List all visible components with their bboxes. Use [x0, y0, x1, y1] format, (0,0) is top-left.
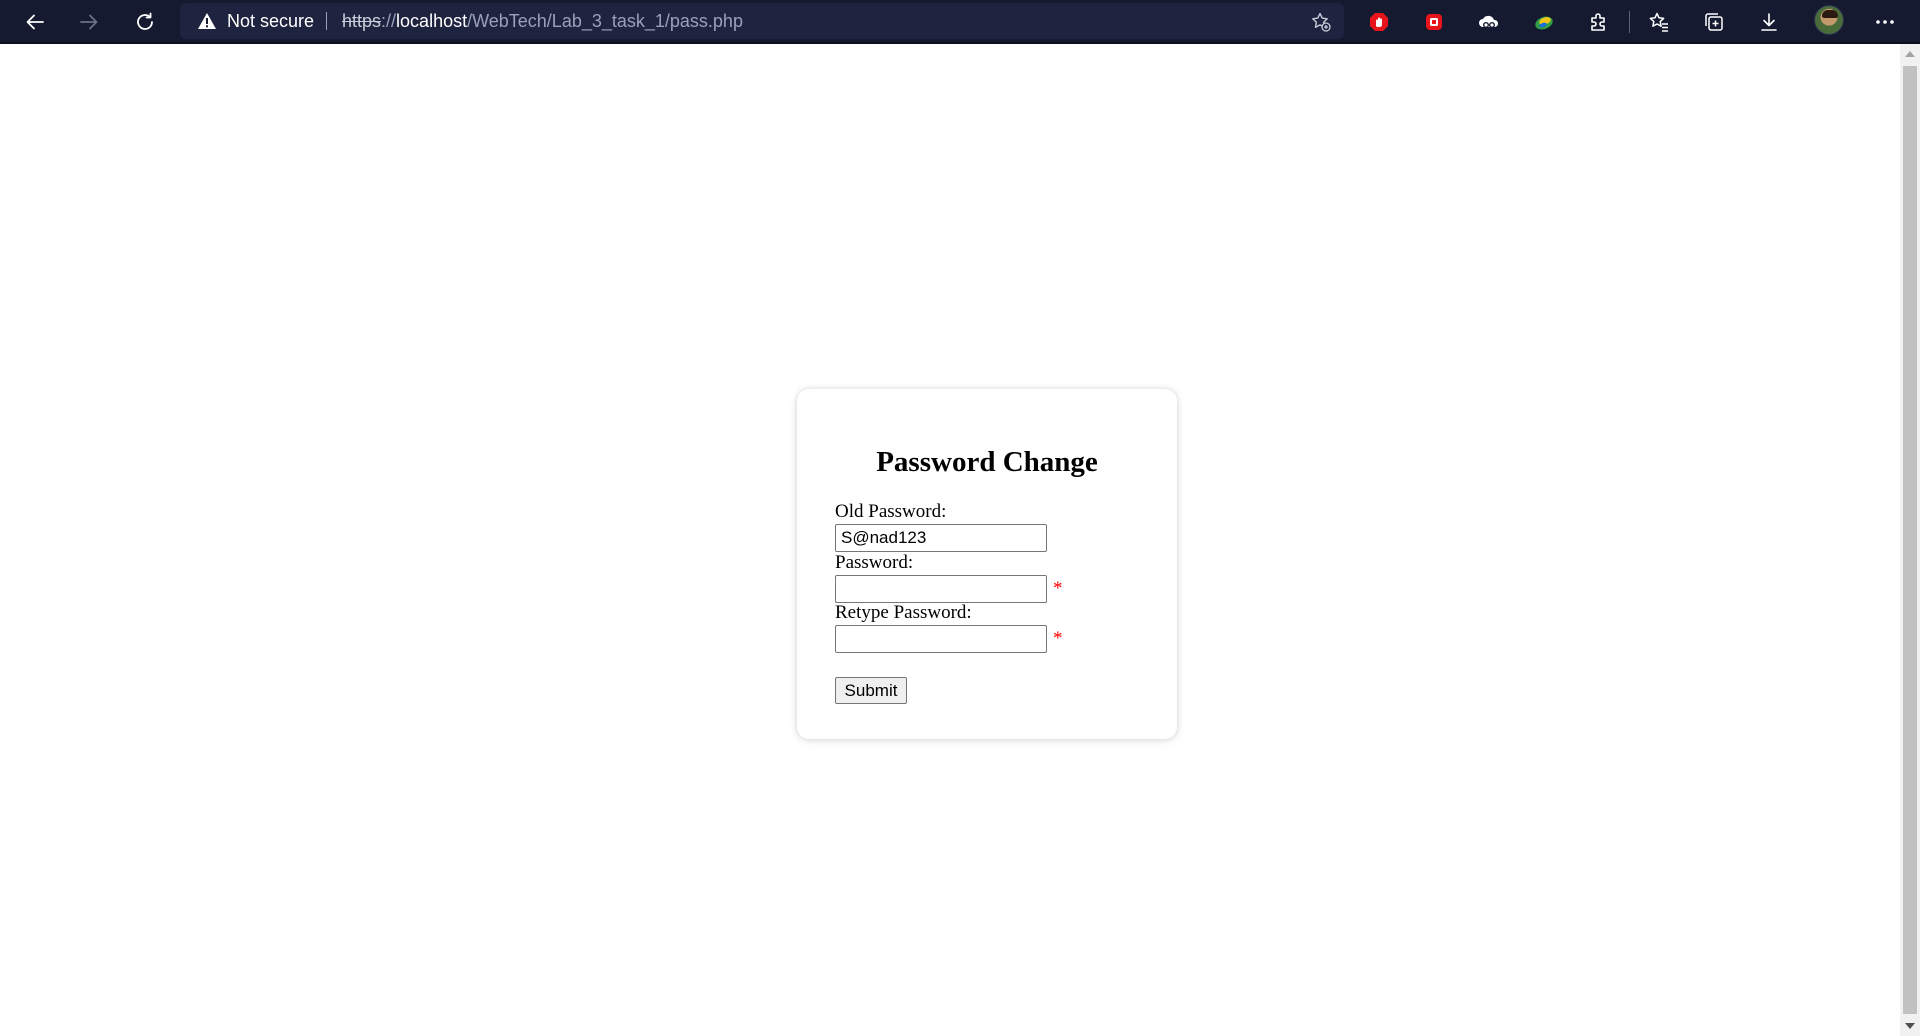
- adblock-icon: [1370, 13, 1388, 31]
- form-title: Password Change: [876, 446, 1098, 478]
- retype-password-field[interactable]: [835, 625, 1047, 653]
- refresh-icon: [137, 12, 153, 30]
- favorites-button[interactable]: [1646, 9, 1672, 35]
- url-path: /WebTech/Lab_3_task_1/pass.php: [467, 11, 743, 31]
- add-favorite-icon[interactable]: [1310, 11, 1332, 33]
- toolbar-divider: [1629, 11, 1630, 33]
- submit-button[interactable]: Submit: [835, 677, 907, 704]
- forward-button[interactable]: [72, 5, 106, 39]
- password-change-card: Password Change Old Password: Password: …: [797, 389, 1177, 739]
- adblock-extension[interactable]: [1366, 9, 1392, 35]
- edge-extension-icon: [1535, 16, 1553, 30]
- old-password-label: Old Password:: [835, 501, 947, 522]
- address-divider: [326, 12, 327, 30]
- url-separator: ://: [381, 11, 397, 31]
- address-bar[interactable]: Not secure https://localhost/WebTech/Lab…: [180, 3, 1344, 39]
- scroll-down-arrow-icon: [1905, 1023, 1915, 1029]
- vertical-scrollbar[interactable]: [1900, 44, 1920, 1036]
- collections-icon: [1705, 13, 1723, 31]
- old-password-field[interactable]: [835, 524, 1047, 552]
- back-arrow-icon: [26, 14, 44, 30]
- more-menu-button[interactable]: [1872, 9, 1898, 35]
- browser-toolbar: Not secure https://localhost/WebTech/Lab…: [0, 0, 1920, 44]
- url-text[interactable]: https://localhost/WebTech/Lab_3_task_1/p…: [342, 11, 743, 31]
- warning-icon[interactable]: [197, 12, 217, 30]
- download-icon: [1761, 13, 1777, 31]
- scrollbar-thumb[interactable]: [1903, 66, 1917, 1014]
- refresh-button[interactable]: [128, 5, 162, 39]
- cloud-extension[interactable]: [1476, 9, 1502, 35]
- password-field[interactable]: [835, 575, 1047, 603]
- forward-arrow-icon: [80, 14, 98, 30]
- url-host: localhost: [396, 11, 468, 31]
- puzzle-extensions-icon: [1591, 13, 1605, 31]
- password-required-mark: *: [1053, 578, 1063, 599]
- cloud-extension-icon: [1479, 15, 1499, 28]
- collections-button[interactable]: [1701, 9, 1727, 35]
- downloads-button[interactable]: [1756, 9, 1782, 35]
- pdf-extension-icon: [1426, 14, 1442, 30]
- scroll-up-arrow-icon: [1905, 51, 1915, 57]
- profile-avatar[interactable]: [1814, 5, 1844, 35]
- scroll-up-button[interactable]: [1900, 44, 1920, 64]
- back-button[interactable]: [18, 5, 52, 39]
- favorites-icon: [1649, 12, 1668, 32]
- retype-password-required-mark: *: [1053, 628, 1063, 649]
- retype-password-label: Retype Password:: [835, 602, 972, 623]
- password-label: Password:: [835, 552, 914, 573]
- page-viewport: Password Change Old Password: Password: …: [0, 44, 1900, 1036]
- pdf-extension[interactable]: [1421, 9, 1447, 35]
- security-status[interactable]: Not secure: [227, 11, 314, 31]
- extensions-button[interactable]: [1586, 9, 1612, 35]
- edge-extension[interactable]: [1531, 9, 1557, 35]
- more-menu-icon: [1876, 20, 1894, 24]
- url-scheme: https: [342, 11, 382, 31]
- scroll-down-button[interactable]: [1900, 1016, 1920, 1036]
